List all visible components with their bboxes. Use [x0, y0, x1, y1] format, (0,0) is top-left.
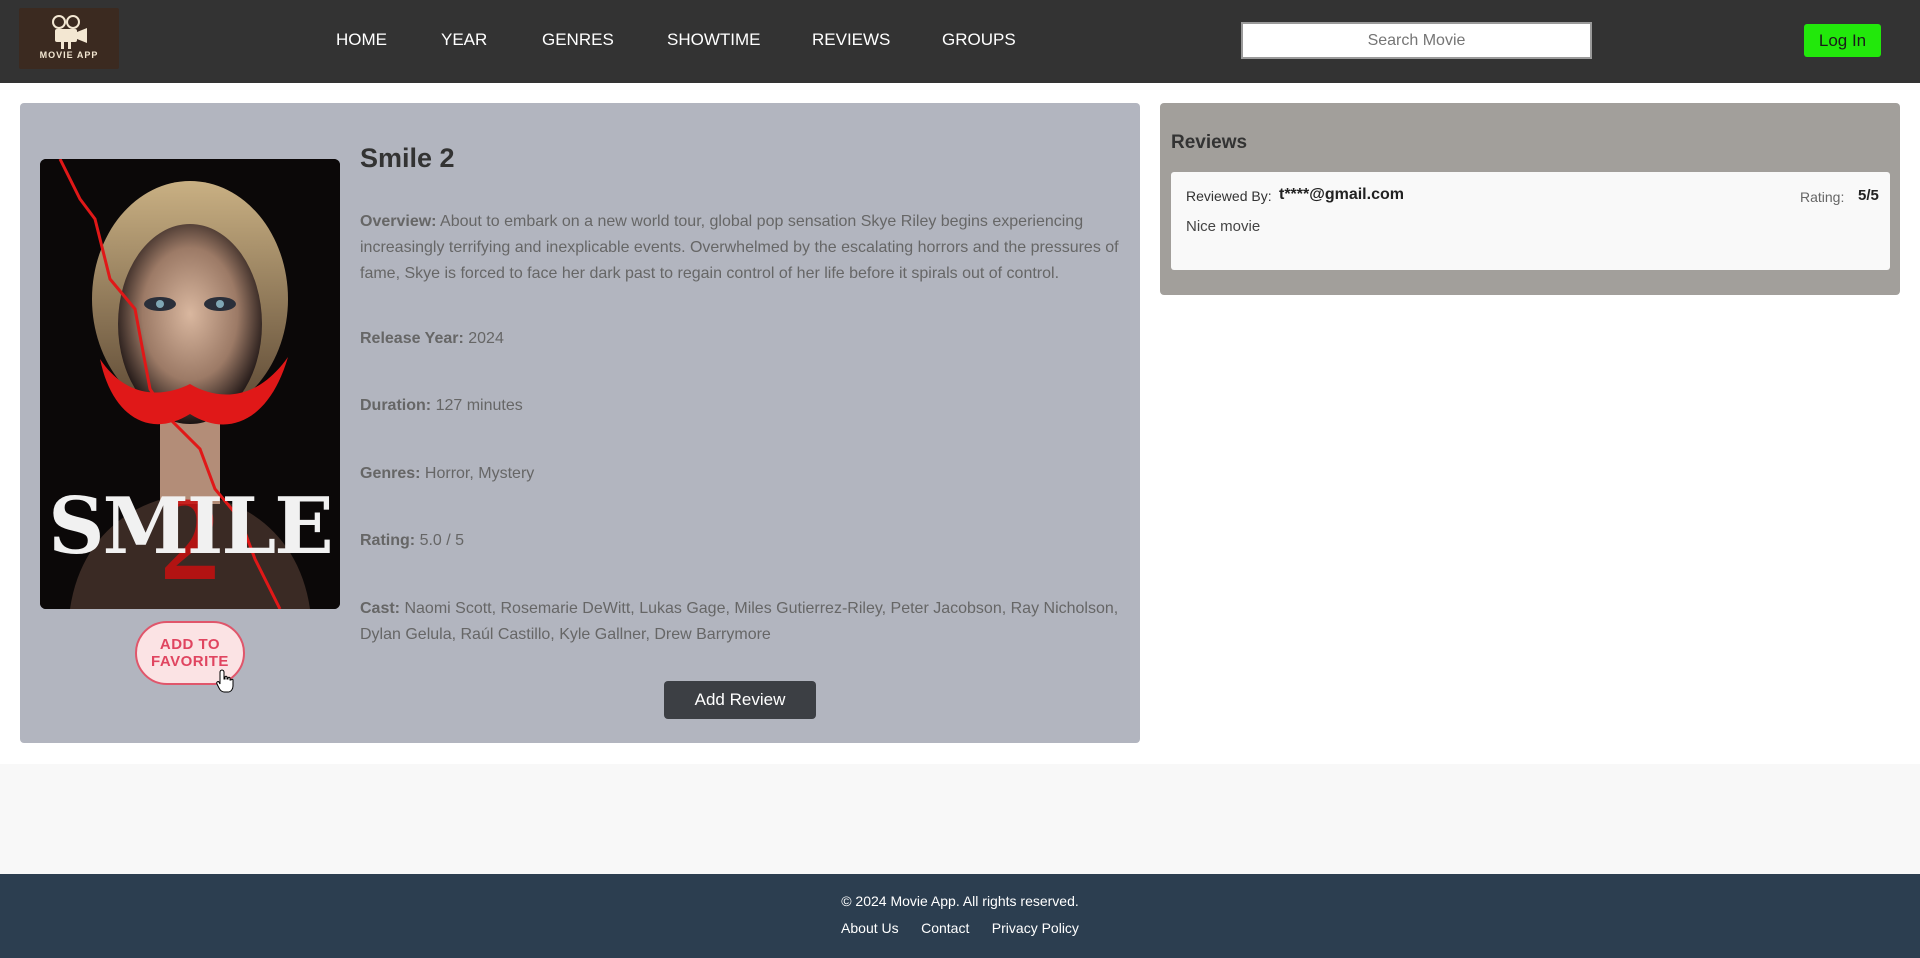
reviewer-email: t****@gmail.com [1279, 186, 1404, 203]
review-rating-label: Rating: [1800, 189, 1845, 205]
search-movie-input[interactable] [1241, 22, 1592, 59]
movie-title: Smile 2 [360, 143, 455, 173]
overview-label: Overview: [360, 213, 437, 230]
favorite-line-1: ADD TO [159, 636, 221, 653]
release-year-value: 2024 [468, 330, 504, 347]
movie-rating: Rating: 5.0 / 5 [360, 528, 1125, 554]
review-rating-value: 5/5 [1858, 187, 1879, 204]
reviews-heading: Reviews [1171, 132, 1248, 153]
add-review-button[interactable]: Add Review [664, 681, 816, 719]
nav-showtime[interactable]: SHOWTIME [667, 30, 761, 50]
rating-label: Rating: [360, 532, 416, 549]
top-navbar: MOVIE APP HOME YEAR GENRES SHOWTIME REVI… [0, 0, 1920, 83]
genres-label: Genres: [360, 465, 421, 482]
review-card: Reviewed By: t****@gmail.com Rating: 5/5… [1171, 172, 1890, 270]
nav-home[interactable]: HOME [336, 30, 387, 50]
footer-link-privacy-policy[interactable]: Privacy Policy [992, 920, 1079, 936]
footer-link-about-us[interactable]: About Us [841, 920, 899, 936]
duration-label: Duration: [360, 397, 432, 414]
nav-year[interactable]: YEAR [441, 30, 487, 50]
login-button[interactable]: Log In [1804, 24, 1881, 57]
hand-pointer-icon [216, 669, 234, 693]
movie-details-panel: 2 SMILE ADD TO FAVORITE Smile 2 Overview… [20, 103, 1140, 743]
cast-value: Naomi Scott, Rosemarie DeWitt, Lukas Gag… [360, 600, 1119, 643]
reviews-panel: Reviews Reviewed By: t****@gmail.com Rat… [1160, 103, 1900, 295]
duration-value: 127 minutes [435, 397, 523, 414]
cast-label: Cast: [360, 600, 401, 617]
nav-genres[interactable]: GENRES [542, 30, 614, 50]
movie-duration: Duration: 127 minutes [360, 393, 1125, 419]
nav-groups[interactable]: GROUPS [942, 30, 1016, 50]
review-text: Nice movie [1186, 218, 1261, 235]
genres-value: Horror, Mystery [424, 465, 535, 482]
film-camera-icon [52, 15, 87, 49]
favorite-line-2: FAVORITE [151, 653, 229, 670]
overview-text: About to embark on a new world tour, glo… [360, 213, 1119, 282]
rating-value: 5.0 / 5 [419, 532, 465, 549]
movie-overview: Overview: About to embark on a new world… [360, 209, 1125, 287]
content-spacer [0, 764, 1920, 874]
footer-links: About Us Contact Privacy Policy [0, 920, 1920, 938]
page-footer: © 2024 Movie App. All rights reserved. A… [0, 874, 1920, 958]
logo-text: MOVIE APP [39, 50, 99, 60]
copyright-text: © 2024 Movie App. All rights reserved. [841, 893, 1079, 909]
poster-title-text: SMILE [48, 481, 333, 572]
nav-reviews[interactable]: REVIEWS [812, 30, 890, 50]
footer-link-contact[interactable]: Contact [921, 920, 969, 936]
movie-genres: Genres: Horror, Mystery [360, 461, 1125, 487]
movie-app-logo[interactable]: MOVIE APP [19, 8, 119, 69]
movie-release-year: Release Year: 2024 [360, 326, 1125, 352]
release-year-label: Release Year: [360, 330, 464, 347]
movie-poster: 2 SMILE [40, 159, 340, 609]
movie-cast: Cast: Naomi Scott, Rosemarie DeWitt, Luk… [360, 596, 1125, 648]
reviewed-by-label: Reviewed By: [1186, 188, 1272, 204]
